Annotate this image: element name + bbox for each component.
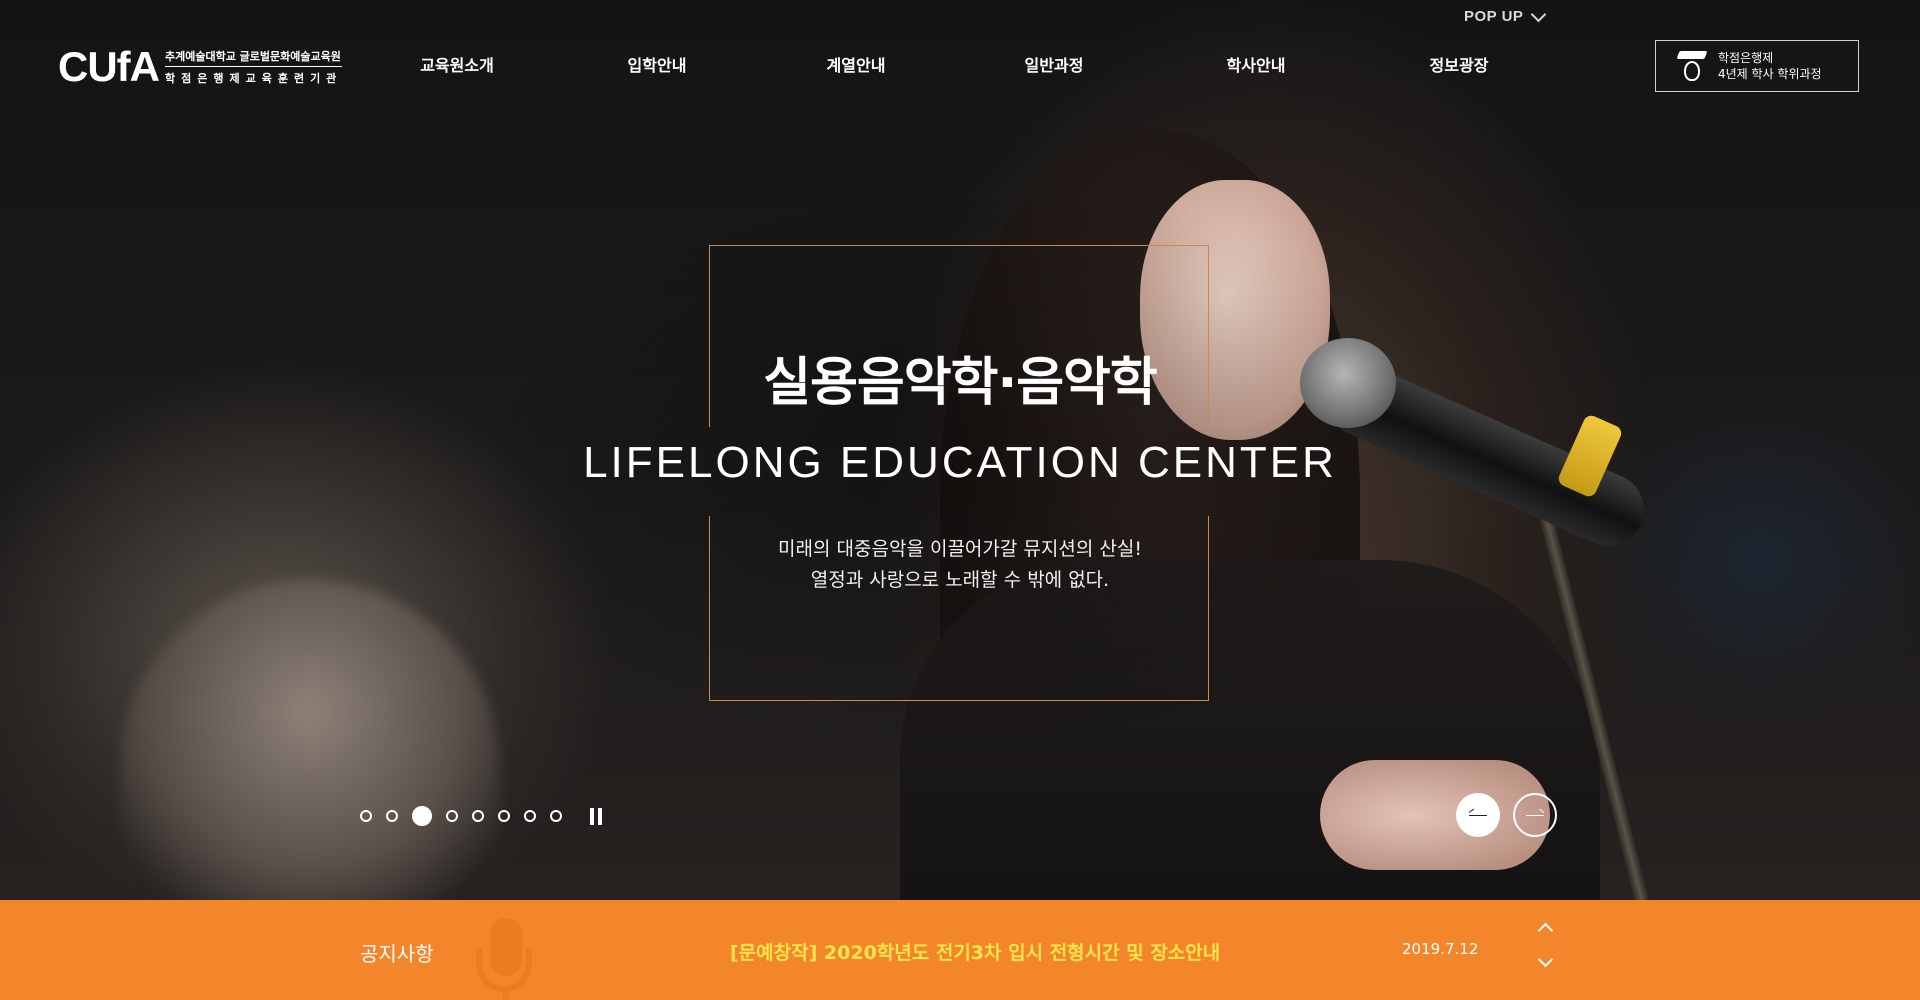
slide-dot[interactable] xyxy=(550,810,562,822)
chevron-down-icon[interactable] xyxy=(1537,951,1554,968)
nav-item-departments[interactable]: 계열안내 xyxy=(827,52,886,76)
slide-prev-button[interactable] xyxy=(1456,793,1500,837)
hero-subtitle: 미래의 대중음악을 이끌어가갈 뮤지션의 산실! 열정과 사랑으로 노래할 수 … xyxy=(0,534,1920,596)
slide-next-button[interactable] xyxy=(1513,793,1557,837)
credit-bank-line1: 학점은행제 xyxy=(1718,51,1774,65)
slide-dot[interactable] xyxy=(498,810,510,822)
arrow-left-icon xyxy=(1469,814,1487,816)
slide-dot[interactable] xyxy=(386,810,398,822)
popup-label: POP UP xyxy=(1464,8,1524,25)
notice-nav xyxy=(1537,922,1554,968)
arrow-right-icon xyxy=(1526,814,1544,816)
credit-bank-button[interactable]: 학점은행제 4년제 학사 학위과정 xyxy=(1655,40,1859,92)
slide-dot[interactable] xyxy=(472,810,484,822)
notice-date: 2019.7.12 xyxy=(1402,940,1479,958)
nav-item-about[interactable]: 교육원소개 xyxy=(420,52,494,76)
microphone-icon xyxy=(474,918,538,1000)
popup-toggle[interactable]: POP UP xyxy=(1464,6,1547,25)
chevron-down-icon xyxy=(1531,6,1547,22)
credit-bank-text: 학점은행제 4년제 학사 학위과정 xyxy=(1718,50,1822,82)
slide-pager xyxy=(360,806,602,826)
notice-bar: 공지사항 [문예창작] 2020학년도 전기3차 입시 전형시간 및 장소안내 … xyxy=(0,900,1920,1000)
main-nav: 교육원소개 입학안내 계열안내 일반과정 학사안내 정보광장 xyxy=(0,52,1920,82)
hero-title-en: LIFELONG EDUCATION CENTER xyxy=(583,438,1337,487)
graduation-cap-icon xyxy=(1676,49,1708,83)
notice-label: 공지사항 xyxy=(360,942,434,966)
nav-item-info-plaza[interactable]: 정보광장 xyxy=(1430,52,1489,76)
nav-item-general-courses[interactable]: 일반과정 xyxy=(1025,52,1084,76)
notice-title-link[interactable]: [문예창작] 2020학년도 전기3차 입시 전형시간 및 장소안내 xyxy=(730,938,1220,965)
hero-subtitle-line1: 미래의 대중음악을 이끌어가갈 뮤지션의 산실! xyxy=(778,538,1142,560)
slide-dot[interactable] xyxy=(446,810,458,822)
nav-item-academics[interactable]: 학사안내 xyxy=(1227,52,1286,76)
credit-bank-line2: 4년제 학사 학위과정 xyxy=(1718,67,1822,81)
hero-subtitle-line2: 열정과 사랑으로 노래할 수 밖에 없다. xyxy=(810,569,1110,591)
pause-icon[interactable] xyxy=(590,807,602,825)
chevron-up-icon[interactable] xyxy=(1537,922,1554,939)
slide-dot-active[interactable] xyxy=(412,806,432,826)
slide-dot[interactable] xyxy=(524,810,536,822)
hero-title-ko: 실용음악학·음악학 xyxy=(763,353,1157,413)
nav-item-admission[interactable]: 입학안내 xyxy=(628,52,687,76)
slide-dot[interactable] xyxy=(360,810,372,822)
